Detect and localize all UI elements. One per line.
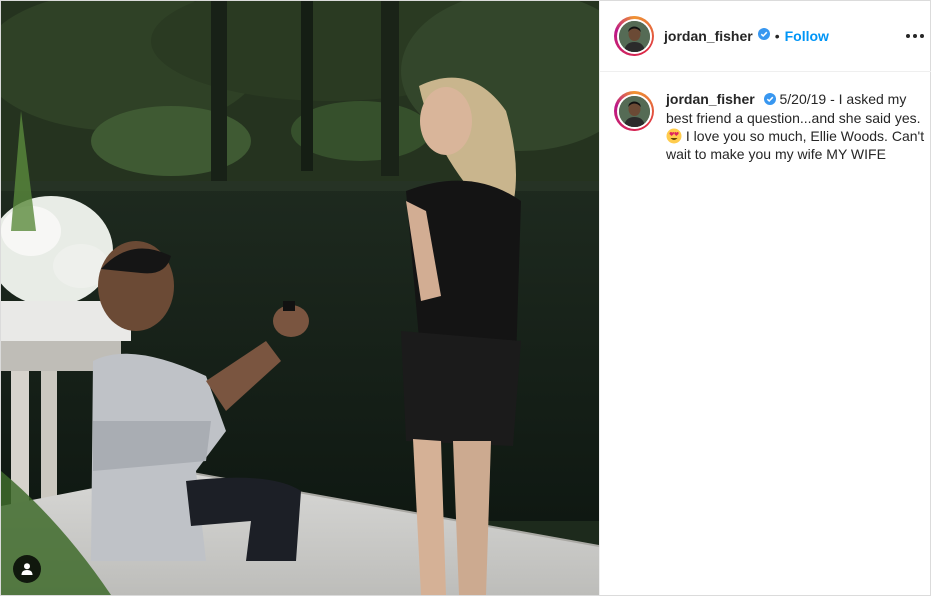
avatar bbox=[618, 20, 650, 52]
follow-button[interactable]: Follow bbox=[785, 28, 829, 44]
caption-body-part2: I love you so much, Ellie Woods. Can't w… bbox=[666, 128, 925, 163]
story-ring[interactable] bbox=[614, 16, 654, 56]
heart-eyes-emoji-icon bbox=[666, 128, 682, 144]
caption-verified-badge-icon bbox=[763, 91, 776, 109]
more-options-icon[interactable] bbox=[904, 28, 926, 44]
verified-badge-icon bbox=[757, 27, 770, 45]
instagram-post: jordan_fisher • Follow jordan_fisher 5/2… bbox=[0, 0, 931, 596]
separator: • bbox=[774, 28, 780, 44]
user-tag-icon[interactable] bbox=[13, 555, 41, 583]
post-image[interactable] bbox=[1, 1, 599, 595]
caption-story-ring[interactable] bbox=[614, 91, 654, 131]
post-header: jordan_fisher • Follow bbox=[600, 1, 931, 72]
caption-avatar bbox=[618, 95, 650, 127]
caption-text: jordan_fisher 5/20/19 - I asked my best … bbox=[666, 90, 926, 163]
post-side-panel: jordan_fisher • Follow jordan_fisher 5/2… bbox=[599, 1, 931, 595]
caption: jordan_fisher 5/20/19 - I asked my best … bbox=[600, 72, 931, 163]
proposal-photo bbox=[1, 1, 599, 595]
caption-username[interactable]: jordan_fisher bbox=[666, 91, 755, 107]
header-username[interactable]: jordan_fisher bbox=[664, 28, 753, 44]
